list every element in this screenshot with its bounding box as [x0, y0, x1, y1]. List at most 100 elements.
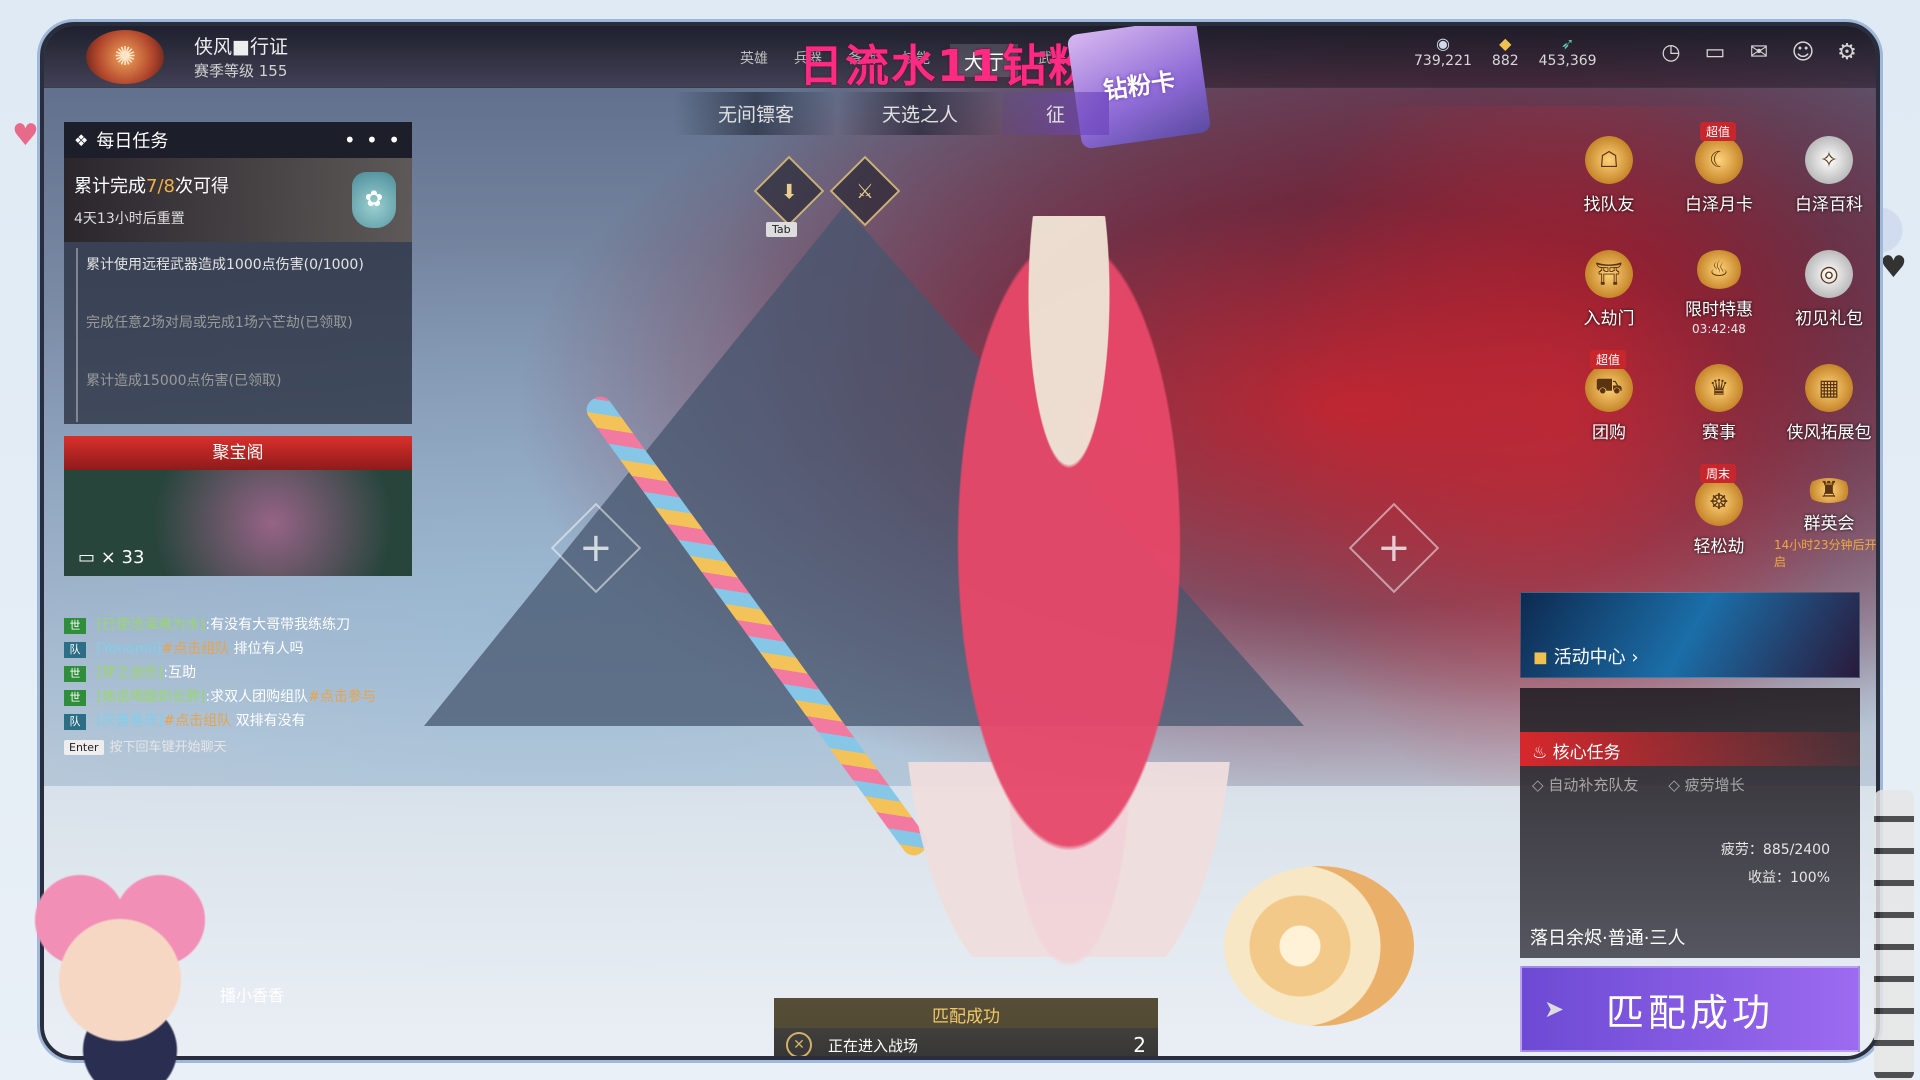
plus-icon: + [1377, 524, 1411, 571]
fatigue-growth-checkbox[interactable]: ◇ 疲劳增长 [1668, 774, 1744, 795]
daily-task-title: 每日任务 [96, 131, 169, 152]
season-level: 赛季等级 155 [194, 62, 288, 80]
gold-ingot-icon: ◆ [1499, 34, 1512, 53]
ticket-count-value: × 33 [100, 547, 145, 568]
activity-limited-offer[interactable]: ♨ 限时特惠 03:42:48 [1664, 236, 1774, 336]
activity-group-buy[interactable]: 超值 ⛟ 团购 [1554, 350, 1664, 450]
chat-user[interactable]: [Yonomii] [96, 641, 161, 657]
chat-text: 双排有没有 [231, 713, 306, 729]
currency-feathers[interactable]: ➶ 453,369 [1539, 34, 1597, 69]
chat-user[interactable]: [已使沧海难为水] [96, 617, 205, 633]
activity-label: 轻松劫 [1693, 537, 1745, 557]
mode-tabs: 无间镖客 天选之人 征 [674, 92, 1110, 135]
option-label: 自动补充队友 [1548, 776, 1639, 794]
currency-value: 882 [1491, 53, 1519, 69]
settings-icon[interactable]: ⚙ [1834, 40, 1860, 66]
trophy-icon: ♛ [1695, 364, 1743, 412]
chat-hint-text: 按下回车键开始聊天 [109, 740, 227, 755]
mode-tab-chosen[interactable]: 天选之人 [838, 92, 1003, 135]
pass-emblem-icon[interactable]: ✺ [86, 30, 164, 84]
activity-first-gift[interactable]: ◎ 初见礼包 [1774, 236, 1876, 336]
currency-gold[interactable]: ◆ 882 [1492, 34, 1519, 69]
swords-icon: ⚔ [856, 179, 874, 203]
pass-title[interactable]: 侠风■行证 [194, 32, 288, 59]
activity-expansion-pack[interactable]: ▦ 侠风拓展包 [1774, 350, 1876, 450]
chat-join-link[interactable]: #点击组队 [163, 713, 231, 729]
battle-mode-button[interactable]: ⚔ [829, 155, 901, 227]
activity-label: 入劫门 [1583, 309, 1635, 329]
daily-task-panel: ❖ 每日任务 • • • 累计完成7/8次可得 4天13小时后重置 ✿ 累计使用… [64, 122, 412, 424]
chat-join-link[interactable]: #点击组队 [162, 641, 230, 657]
treasure-title: 聚宝阁 [64, 436, 412, 470]
daily-task-summary[interactable]: 累计完成7/8次可得 4天13小时后重置 ✿ [64, 158, 412, 242]
group-buy-icon: ⛟ [1585, 364, 1633, 412]
chat-user[interactable]: [她说喝酸奶长胖] [96, 689, 205, 705]
activity-label: 白泽月卡 [1685, 195, 1753, 215]
core-mission-panel[interactable]: ♨ 核心任务 ◇ 自动补充队友 ◇ 疲劳增长 疲劳：885/2400 收益：10… [1520, 688, 1860, 958]
match-status-row: ✕ 正在进入战场 2 [774, 1028, 1158, 1056]
match-button[interactable]: ➤ 匹配成功 [1520, 966, 1860, 1052]
match-status-bar: 匹配成功 ✕ 正在进入战场 2 [774, 998, 1158, 1056]
activity-label: 团购 [1592, 423, 1626, 443]
mode-tab-escort[interactable]: 无间镖客 [674, 92, 839, 135]
cancel-match-icon[interactable]: ✕ [786, 1032, 812, 1056]
activity-grid: ☖ 找队友 超值 ☾ 白泽月卡 ✧ 白泽百科 ⛩ 入劫门 ♨ 限时特惠 03:4… [1554, 122, 1876, 569]
more-options-button[interactable]: • • • [344, 128, 402, 152]
player-character-model[interactable] [904, 216, 1234, 996]
chat-user[interactable]: [庆喜喜庆] [96, 713, 163, 729]
offer-countdown: 03:42:48 [1692, 322, 1746, 336]
chat-text: :有没有大哥带我练练刀 [205, 617, 351, 633]
treasure-pavilion-panel[interactable]: 聚宝阁 ▭ × 33 [64, 436, 412, 576]
gift-icon: ◼ [1533, 647, 1548, 668]
task-item[interactable]: 累计造成15000点伤害(已领取) [76, 364, 400, 422]
activity-easy-mode[interactable]: 周末 ☸ 轻松劫 [1664, 464, 1774, 564]
chat-user[interactable]: [梦之迪伤] [96, 665, 163, 681]
limited-offer-icon: ♨ [1695, 250, 1743, 289]
rank-mode-button[interactable]: ⬇ [753, 155, 825, 227]
activity-label: 群英会 [1803, 514, 1855, 534]
match-status-title: 匹配成功 [774, 998, 1158, 1028]
task-item[interactable]: 累计使用远程武器造成1000点伤害(0/1000) [76, 248, 400, 306]
auto-fill-teammates-checkbox[interactable]: ◇ 自动补充队友 [1532, 774, 1638, 795]
activity-enter-gate[interactable]: ⛩ 入劫门 [1554, 236, 1664, 336]
core-mission-title: 核心任务 [1552, 743, 1621, 763]
mail-icon[interactable]: ✉ [1746, 40, 1772, 66]
chat-panel[interactable]: 世 [已使沧海难为水]:有没有大哥带我练练刀 队 [Yonomii]#点击组队 … [64, 616, 424, 755]
game-window: ✺ 侠风■行证 赛季等级 155 英雄 兵器 备战 技能 大厅 武器 活动 日流… [40, 22, 1880, 1060]
team-up-icon: ☖ [1585, 136, 1633, 184]
enter-key-icon: Enter [64, 740, 104, 755]
currency-coins[interactable]: ◉ 739,221 [1414, 34, 1472, 69]
activity-encyclopedia[interactable]: ✧ 白泽百科 [1774, 122, 1876, 222]
nav-tab-heroes[interactable]: 英雄 [734, 44, 774, 77]
progress-suffix: 次可得 [174, 176, 229, 197]
activity-label: 赛事 [1702, 423, 1736, 443]
book-icon[interactable]: ▭ [1702, 40, 1728, 66]
task-item[interactable]: 完成任意2场对局或完成1场六芒劫(已领取) [76, 306, 400, 364]
activity-label: 白泽百科 [1795, 195, 1863, 215]
reward-bag-icon[interactable]: ✿ [352, 172, 396, 228]
history-icon[interactable]: ◷ [1658, 40, 1684, 66]
chat-input-hint[interactable]: Enter 按下回车键开始聊天 [64, 736, 424, 755]
progress-value: 7/8 [146, 176, 175, 197]
friends-icon[interactable]: ☺ [1790, 40, 1816, 66]
activity-label: 初见礼包 [1795, 309, 1863, 329]
ticket-icon: ▭ [78, 547, 96, 568]
activity-heroes-meet[interactable]: ♜ 群英会 14小时23分钟后开启 [1774, 464, 1876, 569]
activity-tournament[interactable]: ♛ 赛事 [1664, 350, 1774, 450]
activity-find-teammates[interactable]: ☖ 找队友 [1554, 122, 1664, 222]
activity-monthly-card[interactable]: 超值 ☾ 白泽月卡 [1664, 122, 1774, 222]
currency-value: 739,221 [1414, 53, 1472, 69]
top-bar: ✺ 侠风■行证 赛季等级 155 英雄 兵器 备战 技能 大厅 武器 活动 日流… [44, 26, 1876, 92]
chat-message: 队 [Yonomii]#点击组队 排位有人吗 [64, 640, 424, 658]
match-button-label: 匹配成功 [1605, 990, 1774, 1035]
monthly-card-icon: ☾ [1695, 136, 1743, 184]
weekend-badge: 周末 [1700, 464, 1737, 483]
mode-tab-conquest[interactable]: 征 [1002, 92, 1110, 135]
event-center-banner[interactable]: ◼ 活动中心 › [1520, 592, 1860, 678]
value-badge: 超值 [1590, 350, 1627, 369]
map-name[interactable]: 落日余烬·普通·三人 [1530, 924, 1685, 950]
chat-join-link[interactable]: #点击参与 [308, 689, 376, 705]
match-status-text: 正在进入战场 [828, 1036, 919, 1055]
currency-value: 453,369 [1538, 53, 1597, 69]
core-mission-stats: 疲劳：885/2400 收益：100% [1721, 836, 1830, 892]
